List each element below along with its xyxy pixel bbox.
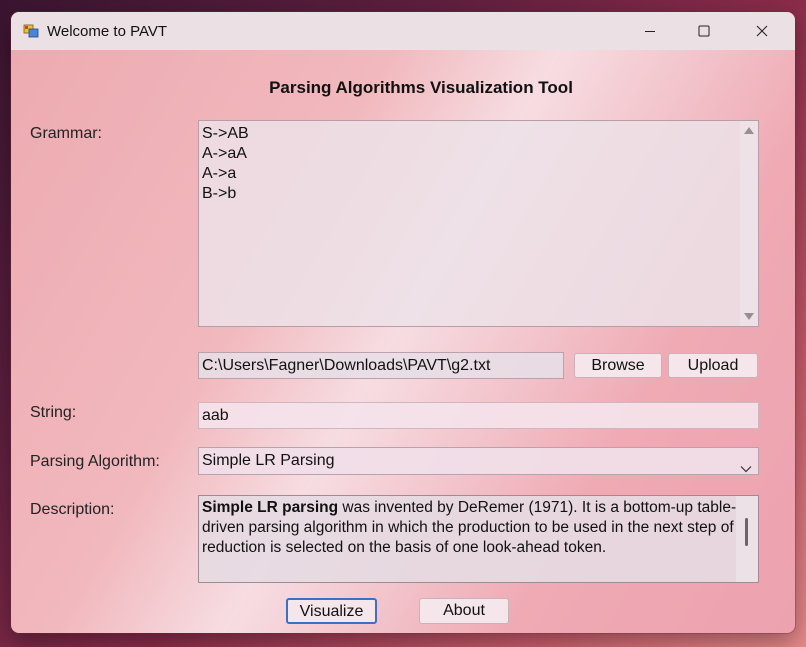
algorithm-label: Parsing Algorithm: [30,453,160,470]
scrollbar-thumb[interactable] [745,518,748,546]
scroll-down-icon[interactable] [744,313,754,320]
grammar-line: A->aA [202,145,247,162]
upload-button[interactable]: Upload [668,353,758,378]
app-window-icon [23,23,39,39]
grammar-textarea[interactable]: S->AB A->aA A->a B->b [198,120,759,327]
scroll-up-icon[interactable] [744,127,754,134]
grammar-content: S->AB A->aA A->a B->b [202,124,249,204]
maximize-icon [698,25,710,37]
description-term: Simple LR parsing [202,499,339,516]
algorithm-selected-value: Simple LR Parsing [202,452,335,469]
grammar-scrollbar[interactable] [740,121,758,326]
description-scrollbar[interactable] [736,496,758,582]
grammar-line: S->AB [202,125,249,142]
algorithm-select[interactable]: Simple LR Parsing [198,447,759,475]
file-path-field[interactable]: C:\Users\Fagner\Downloads\PAVT\g2.txt [198,352,564,379]
minimize-icon [644,25,656,37]
description-textbox[interactable]: Simple LR parsing was invented by DeReme… [198,495,759,583]
window-title: Welcome to PAVT [47,23,168,40]
close-button[interactable] [733,12,791,50]
close-icon [756,25,768,37]
description-label: Description: [30,501,115,518]
maximize-button[interactable] [675,12,733,50]
description-content: Simple LR parsing was invented by DeReme… [202,498,737,558]
grammar-label: Grammar: [30,125,102,142]
browse-button[interactable]: Browse [574,353,662,378]
grammar-line: A->a [202,165,237,182]
grammar-line: B->b [202,185,237,202]
page-title: Parsing Algorithms Visualization Tool [269,78,573,97]
title-bar[interactable]: Welcome to PAVT [11,12,795,50]
chevron-down-icon [740,456,752,482]
about-button[interactable]: About [419,598,509,624]
visualize-button[interactable]: Visualize [286,598,377,624]
minimize-button[interactable] [621,12,679,50]
string-input[interactable]: aab [198,402,759,429]
main-window: Welcome to PAVT Parsing Algorithms Visua… [11,12,795,633]
string-label: String: [30,404,77,421]
